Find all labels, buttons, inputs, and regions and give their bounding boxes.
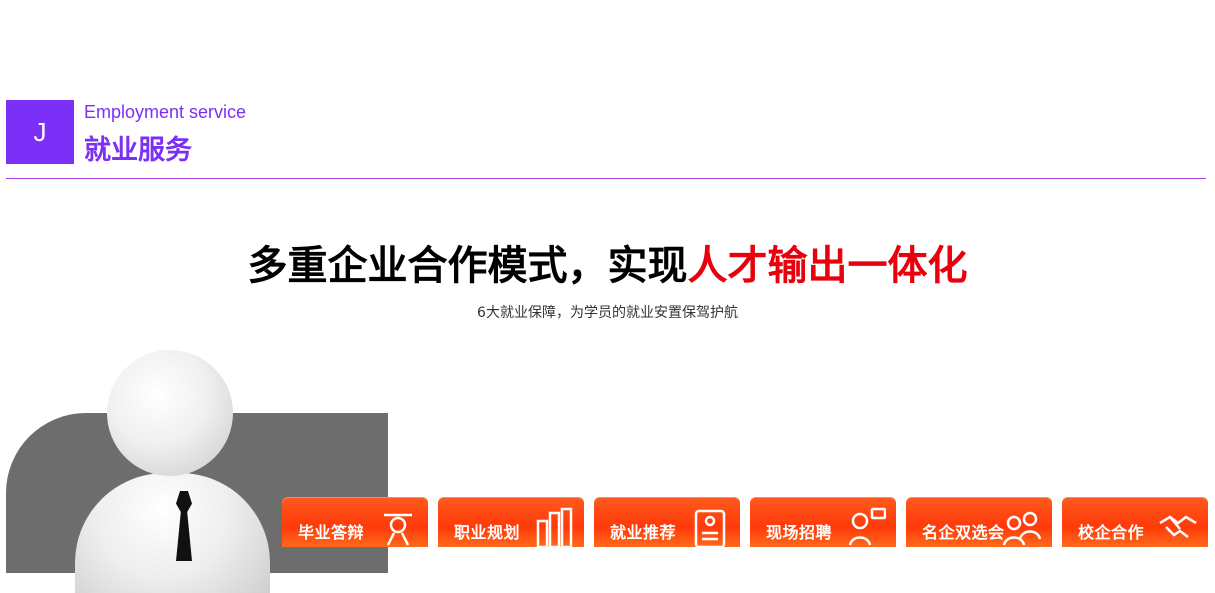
service-label: 现场招聘: [766, 523, 833, 542]
chart-bars-icon: [534, 507, 574, 547]
job-interview-icon: [846, 507, 887, 547]
service-label: 毕业答辩: [298, 523, 365, 542]
service-card-school-enterprise[interactable]: 校企合作: [1062, 497, 1208, 547]
section-letter-badge: J: [6, 100, 74, 164]
mascot-head: [107, 350, 233, 476]
headline-red-text: 人才输出一体化: [687, 243, 968, 289]
section-divider: [6, 178, 1206, 179]
headline-black-text: 多重企业合作模式，实现: [247, 243, 688, 289]
section-chinese-title: 就业服务: [84, 135, 192, 166]
service-cards-row: 毕业答辩 职业规划 就业推荐 现场招聘 名企双选会 校企合作: [282, 497, 1208, 547]
people-icon: [1002, 507, 1042, 547]
graduation-icon: [378, 507, 418, 547]
section-english-title: Employment service: [84, 102, 247, 122]
service-label: 名企双选会: [922, 523, 1005, 542]
service-card-career-planning[interactable]: 职业规划: [438, 497, 584, 547]
service-card-onsite-recruitment[interactable]: 现场招聘: [750, 497, 896, 547]
headline-subtitle: 6大就业保障，为学员的就业安置保驾护航: [477, 305, 738, 321]
resume-icon: [690, 507, 730, 547]
service-card-job-fair[interactable]: 名企双选会: [906, 497, 1052, 547]
service-card-graduation[interactable]: 毕业答辩: [282, 497, 428, 547]
section-header: J Employment service 就业服务: [6, 100, 1206, 180]
service-label: 校企合作: [1078, 523, 1145, 542]
service-card-job-recommendation[interactable]: 就业推荐: [594, 497, 740, 547]
service-label: 职业规划: [454, 523, 521, 542]
service-label: 就业推荐: [610, 523, 677, 542]
main-headline: 多重企业合作模式，实现人才输出一体化: [0, 233, 1215, 291]
handshake-icon: [1158, 507, 1198, 547]
